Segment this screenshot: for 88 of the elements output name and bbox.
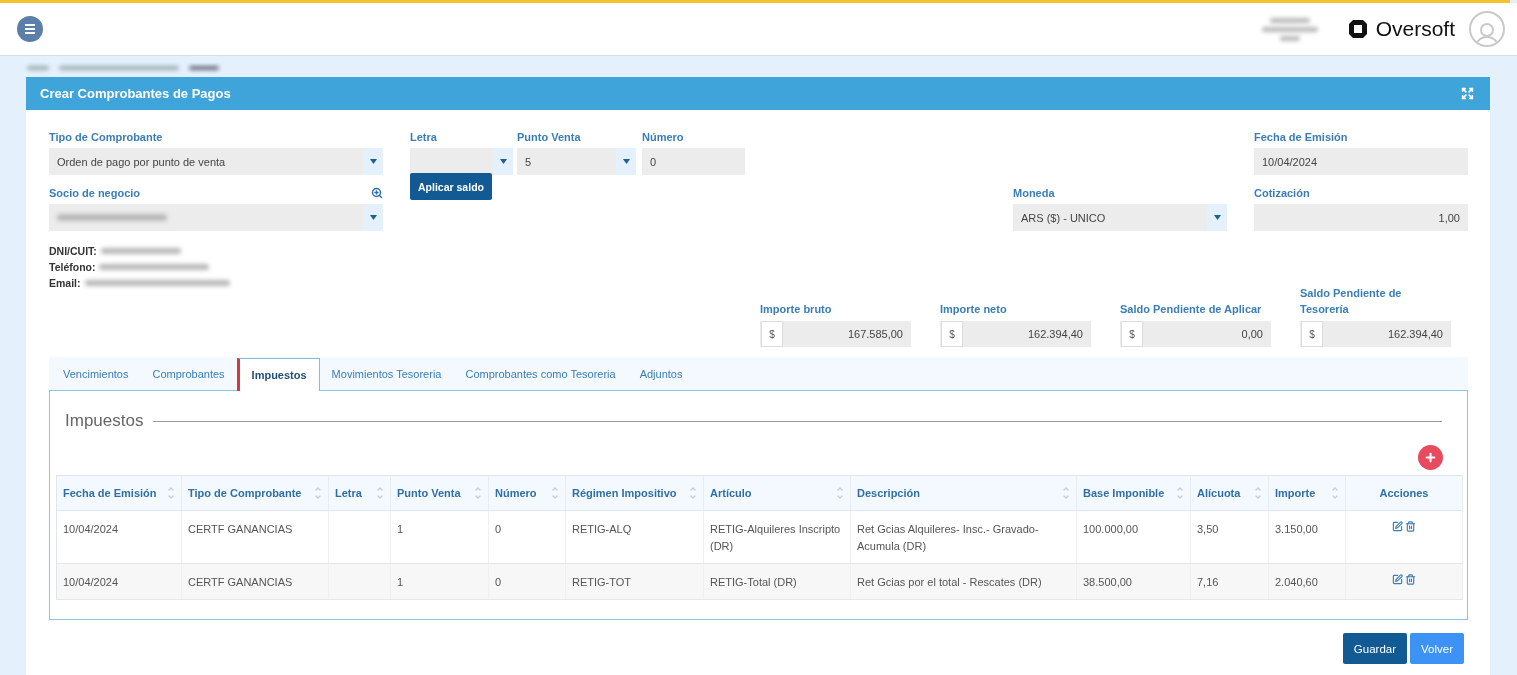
- table-cell: 100.000,00: [1076, 510, 1191, 564]
- table-cell: 1: [390, 510, 489, 564]
- table-cell: 10/04/2024: [56, 510, 182, 564]
- field-label: Moneda: [1013, 186, 1055, 200]
- field-label: Importe neto: [940, 302, 1008, 317]
- contact-label: Teléfono:: [49, 261, 96, 273]
- field-label: Importe bruto: [760, 302, 833, 317]
- select-field[interactable]: [49, 204, 383, 231]
- table-cell: 2.040,60: [1268, 563, 1346, 600]
- tab[interactable]: Movimientos Tesoreria: [319, 357, 454, 390]
- tab[interactable]: Comprobantes como Tesoreria: [453, 357, 628, 390]
- amount-field[interactable]: $ 0,00: [1120, 321, 1271, 347]
- field-label: Número: [642, 130, 684, 144]
- delete-icon[interactable]: [1405, 574, 1416, 585]
- edit-icon[interactable]: [1392, 574, 1403, 585]
- dropdown-caret-icon: [616, 148, 636, 175]
- delete-icon[interactable]: [1405, 521, 1416, 532]
- dropdown-caret-icon: [363, 148, 383, 175]
- column-header[interactable]: Fecha de Emisión: [56, 475, 182, 511]
- input-field[interactable]: 0: [642, 148, 745, 175]
- table-cell: 10/04/2024: [56, 563, 182, 600]
- brand-name: Oversoft: [1375, 17, 1455, 41]
- dropdown-caret-icon: [493, 148, 513, 175]
- field-label: Tipo de Comprobante: [49, 130, 163, 144]
- select-field[interactable]: ARS ($) - UNICO: [1013, 204, 1227, 231]
- table-cell: 0: [488, 563, 566, 600]
- table-cell: 3,50: [1190, 510, 1269, 564]
- plus-icon: [1424, 451, 1437, 464]
- search-icon[interactable]: [371, 187, 383, 199]
- table-cell: RETIG-Total (DR): [703, 563, 851, 600]
- field-label: Cotización: [1254, 186, 1310, 200]
- table-cell: Ret Gcias por el total - Rescates (DR): [850, 563, 1077, 600]
- select-field[interactable]: [410, 148, 513, 175]
- column-header[interactable]: Punto Venta: [390, 475, 489, 511]
- column-header[interactable]: Número: [488, 475, 566, 511]
- tab[interactable]: Comprobantes: [140, 357, 237, 390]
- column-header[interactable]: Letra: [328, 475, 391, 511]
- table-cell: [328, 510, 391, 564]
- table-cell: 0: [488, 510, 566, 564]
- table-cell: Ret Gcias Alquileres- Insc.- Gravado-Acumula (DR): [850, 510, 1077, 564]
- add-button[interactable]: [1418, 445, 1443, 470]
- amount-field[interactable]: $ 162.394,40: [1300, 321, 1451, 347]
- tab[interactable]: Impuestos: [236, 358, 320, 391]
- dropdown-caret-icon: [1207, 204, 1227, 231]
- table-cell: RETIG-TOT: [565, 563, 704, 600]
- table-cell: 1: [390, 563, 489, 600]
- menu-button[interactable]: [17, 16, 43, 42]
- column-header[interactable]: Artículo: [703, 475, 851, 511]
- column-header: Acciones: [1345, 475, 1463, 511]
- table-cell: 7,16: [1190, 563, 1269, 600]
- column-header[interactable]: Tipo de Comprobante: [181, 475, 329, 511]
- field-label: Fecha de Emisión: [1254, 130, 1348, 144]
- column-header[interactable]: Régimen Impositivo: [565, 475, 704, 511]
- number-field[interactable]: 1,00: [1254, 204, 1468, 231]
- table-cell: 38.500,00: [1076, 563, 1191, 600]
- amount-field[interactable]: $ 162.394,40: [940, 321, 1091, 347]
- amount-field[interactable]: $ 167.585,00: [760, 321, 911, 347]
- tab[interactable]: Adjuntos: [627, 357, 695, 390]
- table-cell: RETIG-ALQ: [565, 510, 704, 564]
- input-field[interactable]: 10/04/2024: [1254, 148, 1468, 175]
- contact-label: DNI/CUIT:: [49, 245, 97, 257]
- contact-label: Email:: [49, 277, 81, 289]
- table-cell: CERTF GANANCIAS: [181, 563, 329, 600]
- field-label: Saldo Pendiente de Tesorería: [1300, 286, 1403, 317]
- column-header[interactable]: Descripción: [850, 475, 1077, 511]
- action-button[interactable]: Volver: [1410, 633, 1464, 664]
- table-cell: 3.150,00: [1268, 510, 1346, 564]
- field-label: Letra: [410, 130, 437, 144]
- section-title: Impuestos: [65, 411, 144, 431]
- dropdown-caret-icon: [363, 204, 383, 231]
- table-cell: CERTF GANANCIAS: [181, 510, 329, 564]
- field-label: Socio de negocio: [49, 186, 141, 200]
- card-title: Crear Comprobantes de Pagos: [40, 86, 231, 101]
- expand-icon[interactable]: [1461, 87, 1474, 100]
- column-header[interactable]: Importe: [1268, 475, 1346, 511]
- column-header[interactable]: Base Imponible: [1076, 475, 1191, 511]
- action-button[interactable]: Guardar: [1342, 633, 1408, 664]
- column-header[interactable]: Alícuota: [1190, 475, 1269, 511]
- select-field[interactable]: Orden de pago por punto de venta: [49, 148, 383, 175]
- logo-icon: [1347, 19, 1368, 39]
- field-label: Punto Venta: [517, 130, 581, 144]
- table-cell: [328, 563, 391, 600]
- select-field[interactable]: 5: [517, 148, 636, 175]
- tab[interactable]: Vencimientos: [51, 357, 141, 390]
- table-cell: RETIG-Alquileres Inscripto (DR): [703, 510, 851, 564]
- edit-icon[interactable]: [1392, 521, 1403, 532]
- field-label: Saldo Pendiente de Aplicar: [1120, 302, 1263, 317]
- apply-balance-button[interactable]: Aplicar saldo: [410, 173, 492, 200]
